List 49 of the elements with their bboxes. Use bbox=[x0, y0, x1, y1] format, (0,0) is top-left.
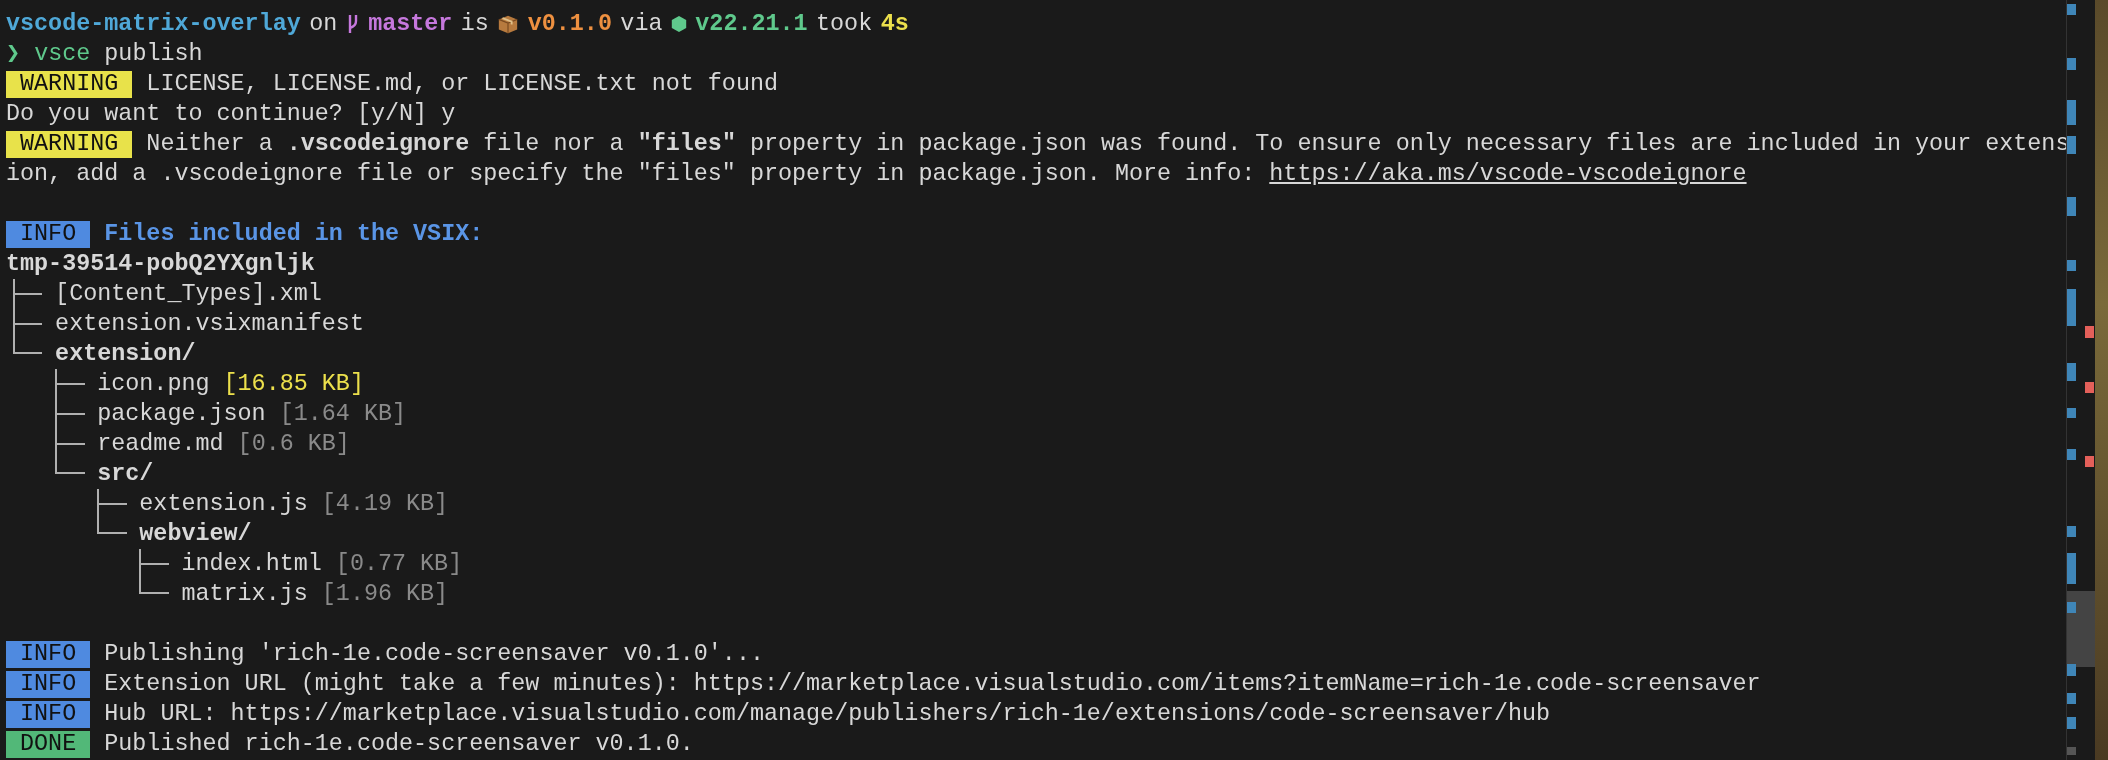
folder-name: extension/ bbox=[55, 340, 196, 369]
output-text: Do you want to continue? [y/N] y bbox=[6, 100, 456, 129]
log-message: Neither a .vscodeignore file nor a "files" property in package.json was found. To ensure only necessary files are included in your extens bbox=[146, 130, 2070, 159]
file-name: [Content_Types].xml bbox=[55, 280, 322, 309]
prompt-text: on bbox=[309, 10, 338, 39]
file-size: [0.77 KB] bbox=[335, 550, 463, 579]
prompt-text: v22.21.1 bbox=[695, 10, 808, 39]
file-size: [1.64 KB] bbox=[279, 400, 407, 429]
file-name: extension.vsixmanifest bbox=[55, 310, 364, 339]
file-size: [4.19 KB] bbox=[321, 490, 449, 519]
prompt-text: took bbox=[816, 10, 873, 39]
log-level-badge: WARNING bbox=[6, 70, 133, 98]
file-name: icon.png bbox=[97, 370, 210, 399]
log-level-badge: INFO bbox=[6, 670, 91, 698]
file-name: matrix.js bbox=[181, 580, 308, 609]
file-name: package.json bbox=[97, 400, 266, 429]
file-size: [1.96 KB] bbox=[321, 580, 449, 609]
prompt-symbol: ❯ bbox=[6, 40, 21, 69]
file-name: readme.md bbox=[97, 430, 224, 459]
file-name: extension.js bbox=[139, 490, 308, 519]
file-name: index.html bbox=[181, 550, 322, 579]
log-level-badge: WARNING bbox=[6, 130, 133, 158]
file-size: [0.6 KB] bbox=[237, 430, 350, 459]
command-name: vsce bbox=[34, 40, 91, 69]
folder-name: webview/ bbox=[139, 520, 252, 549]
prompt-text: master bbox=[368, 10, 453, 39]
prompt-text: is bbox=[460, 10, 489, 39]
log-level-badge: DONE bbox=[6, 730, 91, 758]
prompt-text: 4s bbox=[880, 10, 909, 39]
log-message: Published rich-1e.code-screensaver v0.1.0. bbox=[104, 730, 694, 759]
hexagon-icon bbox=[670, 15, 687, 33]
log-level-badge: INFO bbox=[6, 640, 91, 668]
log-level-badge: INFO bbox=[6, 220, 91, 248]
log-message: Hub URL: https://marketplace.visualstudio.com/manage/publishers/rich-1e/extensions/code-screensaver/hub bbox=[104, 700, 1551, 729]
log-message: Publishing 'rich-1e.code-screensaver v0.1.0'... bbox=[104, 640, 764, 669]
log-level-badge: INFO bbox=[6, 700, 91, 728]
command-argument: publish bbox=[104, 40, 203, 69]
log-message: LICENSE, LICENSE.md, or LICENSE.txt not found bbox=[146, 70, 778, 99]
folder-name: src/ bbox=[97, 460, 154, 489]
prompt-text: vscode-matrix-overlay bbox=[6, 10, 301, 39]
log-message: Extension URL (might take a few minutes): https://marketplace.visualstudio.com/items?itemName=rich-1e.code-screensaver bbox=[104, 670, 1761, 699]
output-text: ion, add a .vscodeignore file or specify the "files" property in package.json. More info: https://aka.ms/vscode-vscodeignore bbox=[6, 160, 1747, 189]
prompt-text: v0.1.0 bbox=[527, 10, 612, 39]
log-message: Files included in the VSIX: bbox=[104, 220, 484, 249]
folder-name: tmp-39514-pobQ2YXgnljk bbox=[6, 250, 315, 279]
package-icon bbox=[497, 13, 520, 35]
link[interactable]: https://aka.ms/vscode-vscodeignore bbox=[1269, 161, 1747, 187]
prompt-text: via bbox=[620, 10, 663, 39]
file-size: [16.85 KB] bbox=[223, 370, 364, 399]
